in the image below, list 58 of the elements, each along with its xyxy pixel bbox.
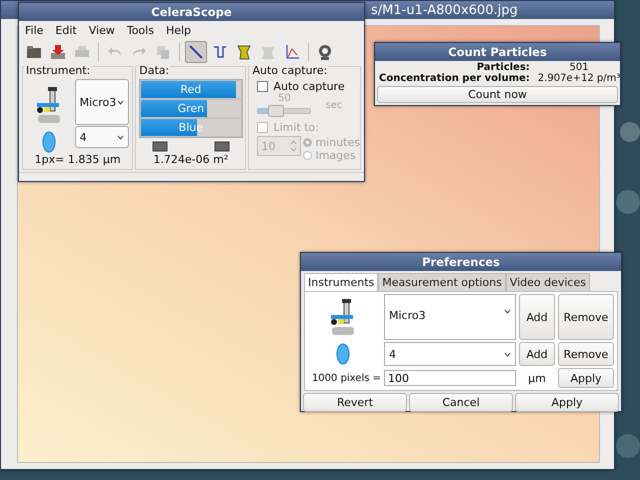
pixels-label: 1000 pixels = [310, 372, 381, 384]
unit-label: sec [325, 100, 342, 111]
caret-icon [504, 352, 511, 356]
window-title: Count Particles [448, 45, 547, 59]
objective-combo[interactable]: 4 [384, 342, 516, 366]
panel-label: Auto capture: [251, 64, 328, 77]
scale-text: 1px= 1.835 µm [34, 153, 121, 168]
add-button[interactable]: Add [519, 294, 555, 340]
menu-item[interactable]: File [25, 24, 44, 37]
menu-item[interactable]: Tools [126, 24, 154, 37]
rectangle-icon [214, 141, 230, 152]
tab[interactable]: Video devices [506, 273, 590, 291]
result-label: Concentration per volume: [379, 73, 530, 84]
window-title: Preferences [422, 255, 500, 269]
window-title: s/M1-u1-A800x600.jpg [371, 2, 518, 18]
channel-label: Red [179, 82, 202, 98]
lens-icon [40, 131, 57, 153]
add-button[interactable]: Add [519, 342, 555, 366]
result-label: Particles: [476, 62, 530, 73]
tab[interactable]: Measurement options [378, 273, 506, 291]
count-now-button[interactable]: Count now [377, 86, 618, 103]
dialog-button[interactable]: Apply [515, 393, 619, 412]
channel-label: Gren [176, 101, 206, 117]
tab[interactable]: Instruments [304, 273, 378, 291]
folder-icon [25, 43, 43, 61]
pixels-input[interactable]: 100 [384, 370, 516, 386]
auto-capture-checkbox[interactable]: Auto capture [257, 80, 345, 93]
remove-button[interactable]: Remove [558, 294, 614, 340]
remove-button[interactable]: Remove [558, 342, 614, 366]
dialog-button[interactable]: Cancel [409, 393, 513, 412]
dialog-button[interactable]: Revert [303, 393, 407, 412]
microscope-combo[interactable]: Micro3 [384, 294, 516, 340]
caret-icon [116, 134, 124, 140]
spin-arrows-icon [290, 139, 298, 153]
result-value: 501 [568, 62, 590, 73]
toolbar-button[interactable] [185, 41, 207, 63]
lens-icon [335, 343, 351, 365]
caret-icon [504, 309, 511, 314]
result-value: 2.907e+12 p/m³ [538, 73, 620, 84]
area-text: 1.724e-06 m² [153, 153, 228, 168]
apply-button[interactable]: Apply [558, 368, 614, 388]
caret-icon [116, 100, 124, 104]
copy-icon [154, 43, 172, 61]
panel-label: Data: [138, 64, 170, 77]
webcam-icon [316, 43, 334, 61]
menu-item[interactable]: View [88, 24, 115, 37]
menu-item[interactable]: Edit [55, 24, 77, 37]
unit-label: µm [527, 372, 547, 384]
slider-reading: 50 [278, 93, 291, 104]
polygon-icon [235, 43, 253, 61]
download-icon [49, 43, 67, 61]
panel-label: Instrument: [25, 64, 92, 77]
microscope-dropdown[interactable]: Micro3 [74, 79, 129, 125]
rectangle-icon [152, 141, 168, 152]
objective-dropdown[interactable]: 4 [74, 126, 129, 148]
window-title: CeleraScope [151, 5, 232, 19]
menu-item[interactable]: Help [166, 24, 192, 37]
line-icon [187, 43, 205, 61]
